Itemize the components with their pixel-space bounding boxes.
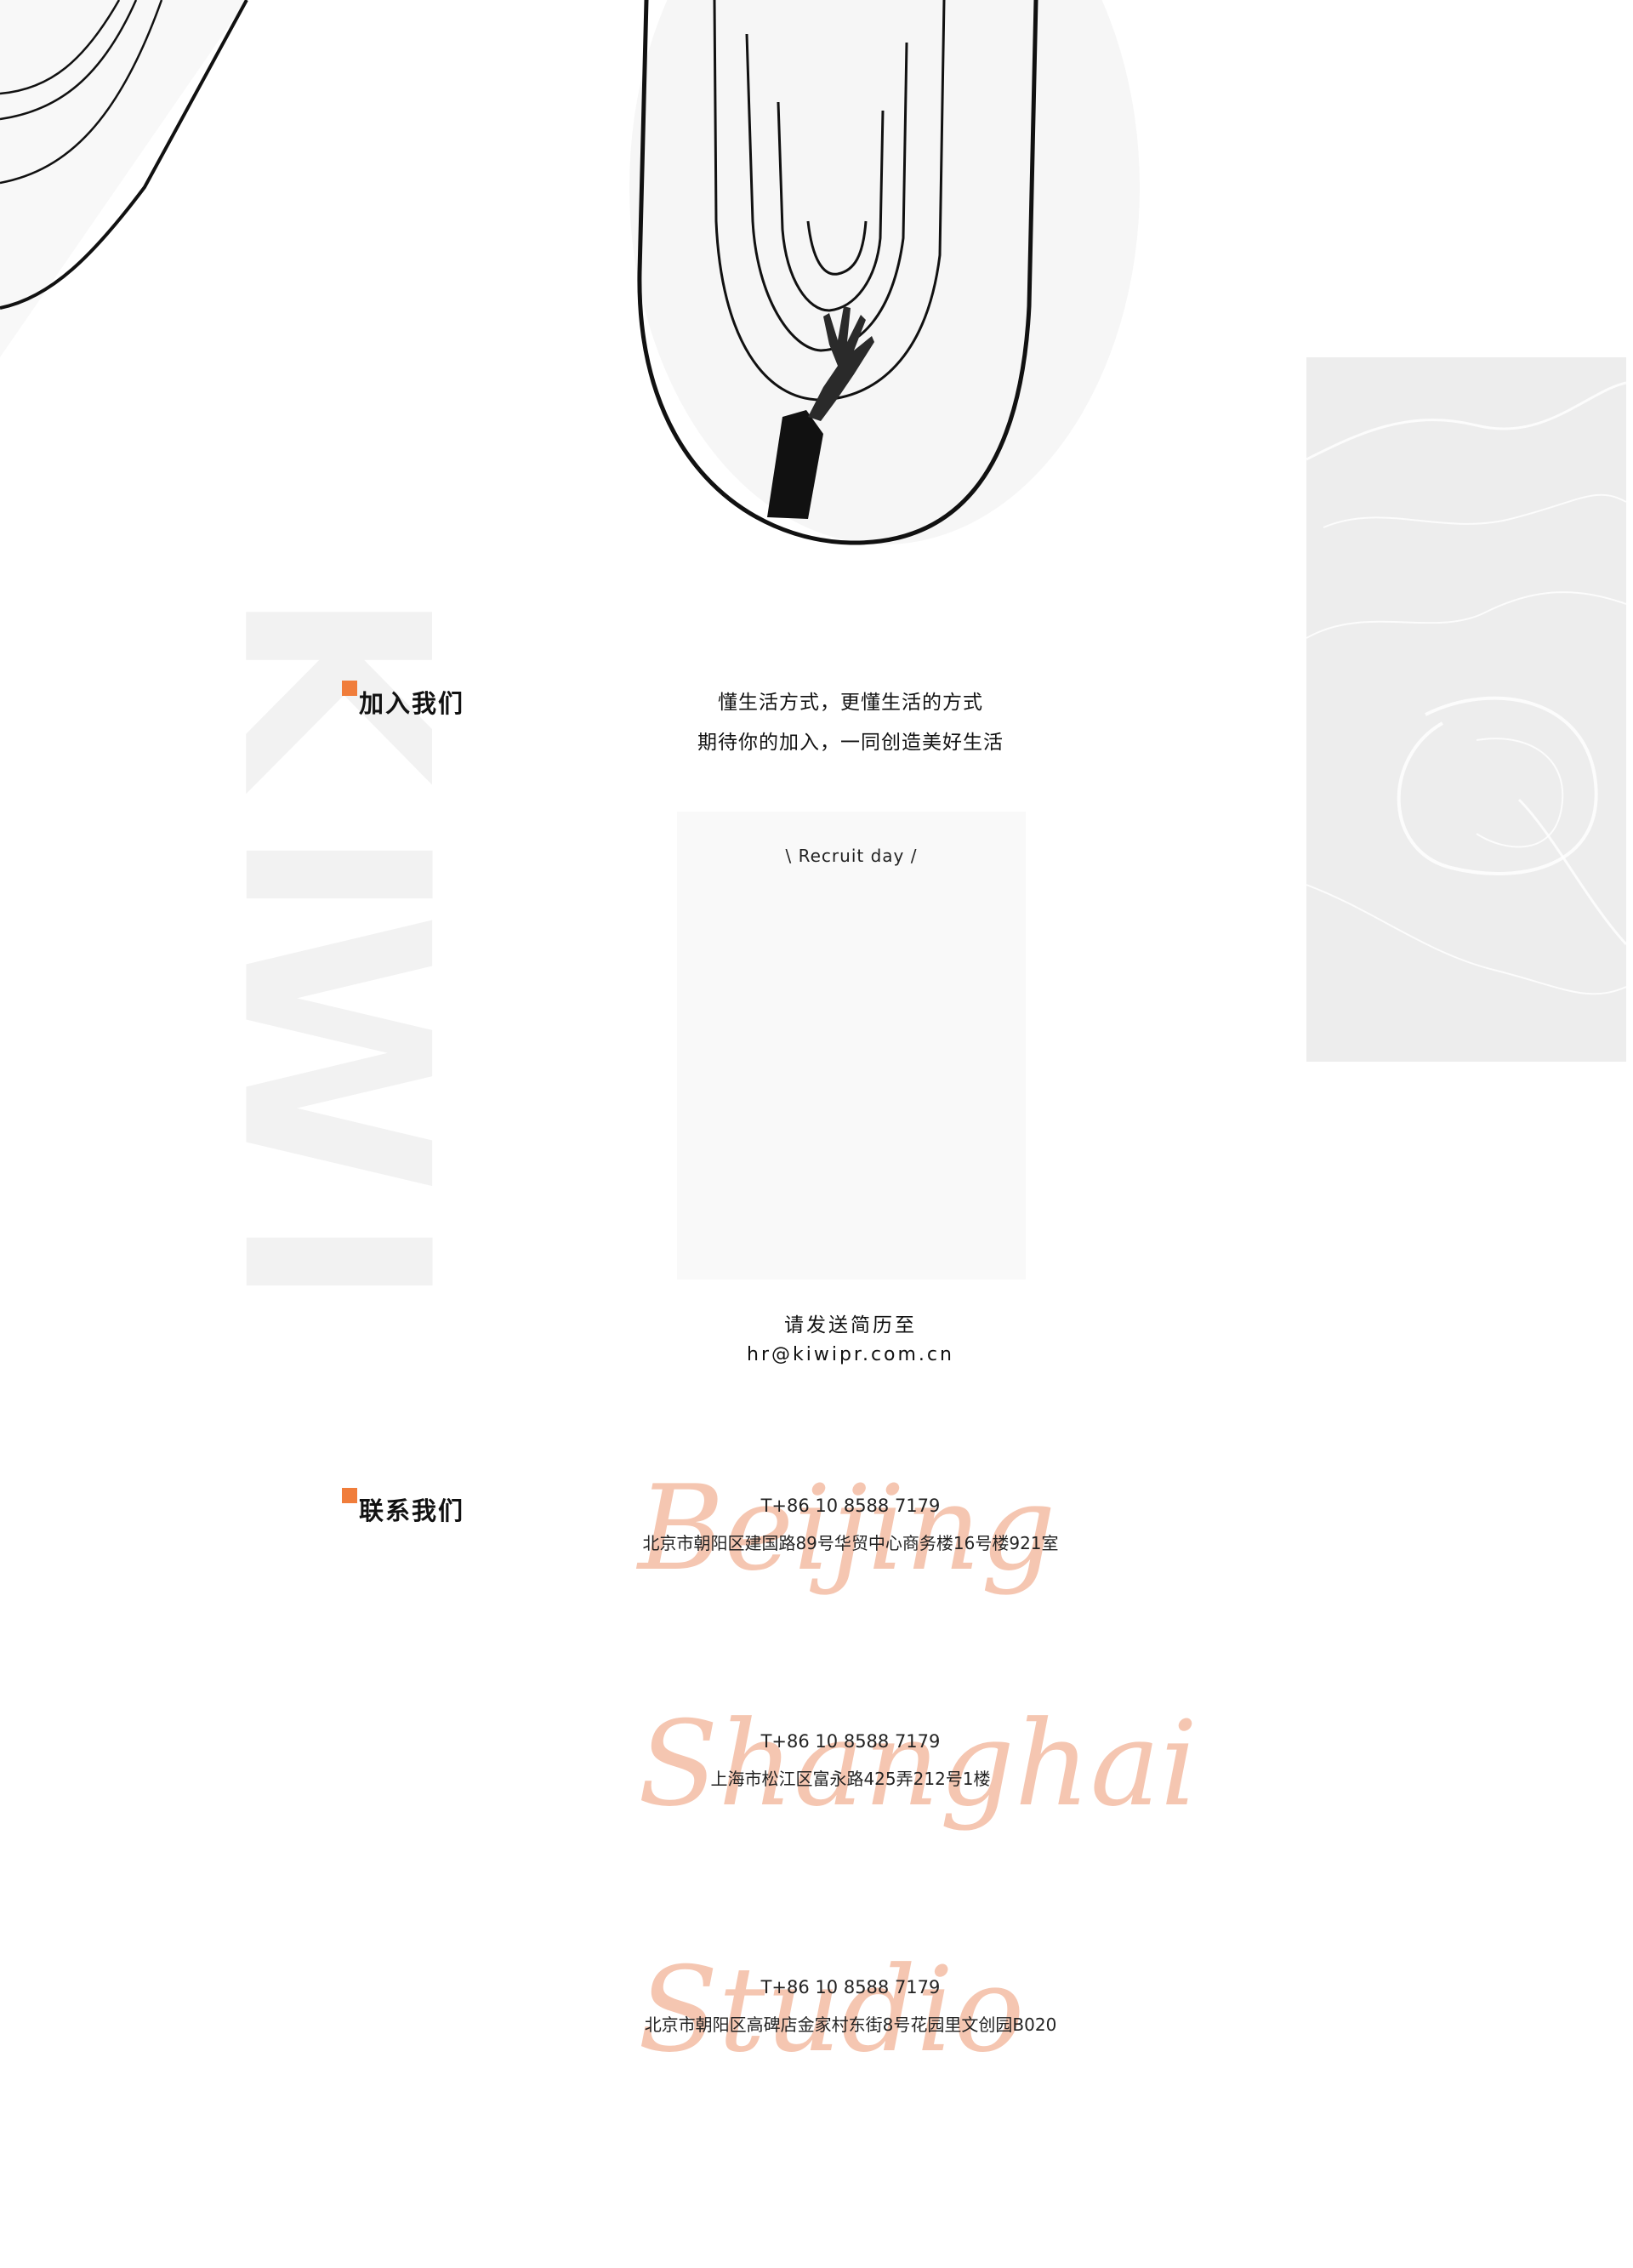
join-title-text: 加入我们 [359, 689, 465, 718]
office-script-label: Shanghai [638, 1695, 1198, 1832]
office-phone[interactable]: T+86 10 8588 7179 [595, 1977, 1106, 1997]
office-studio: Studio T+86 10 8588 7179 北京市朝阳区高碑店金家村东街8… [595, 1952, 1106, 2071]
office-address: 北京市朝阳区高碑店金家村东街8号花园里文创园B020 [644, 2014, 1057, 2035]
marble-texture-panel [1306, 357, 1626, 1062]
join-section-title: 加入我们 [342, 679, 464, 720]
office-script-label: Beijing [638, 1460, 1056, 1597]
contact-section-title: 联系我们 [342, 1486, 464, 1527]
resume-email-link[interactable]: hr@kiwipr.com.cn [595, 1344, 1106, 1365]
kiwi-watermark-letter: I [185, 1213, 483, 1309]
contact-title-text: 联系我们 [359, 1496, 465, 1525]
orange-square-marker [342, 681, 357, 696]
office-phone[interactable]: T+86 10 8588 7179 [595, 1731, 1106, 1752]
recruit-day-title: \ Recruit day / [785, 846, 918, 866]
recruit-day-card: \ Recruit day / [677, 812, 1026, 1279]
kiwi-watermark-letter: W [185, 912, 483, 1194]
join-intro-line: 期待你的加入，一同创造美好生活 [697, 732, 1004, 754]
office-address: 北京市朝阳区建国路89号华贸中心商务楼16号楼921室 [642, 1533, 1059, 1553]
office-address: 上海市松江区富永路425弄212号1楼 [710, 1769, 991, 1789]
office-script-label: Studio [638, 1941, 1025, 2078]
resume-prompt: 请发送简历至 [784, 1314, 917, 1336]
orange-square-marker [342, 1488, 357, 1503]
office-beijing: Beijing T+86 10 8588 7179 北京市朝阳区建国路89号华贸… [595, 1470, 1106, 1589]
join-intro-line: 懂生活方式，更懂生活的方式 [718, 692, 983, 714]
office-phone[interactable]: T+86 10 8588 7179 [595, 1496, 1106, 1516]
office-shanghai: Shanghai T+86 10 8588 7179 上海市松江区富永路425弄… [595, 1706, 1198, 1825]
